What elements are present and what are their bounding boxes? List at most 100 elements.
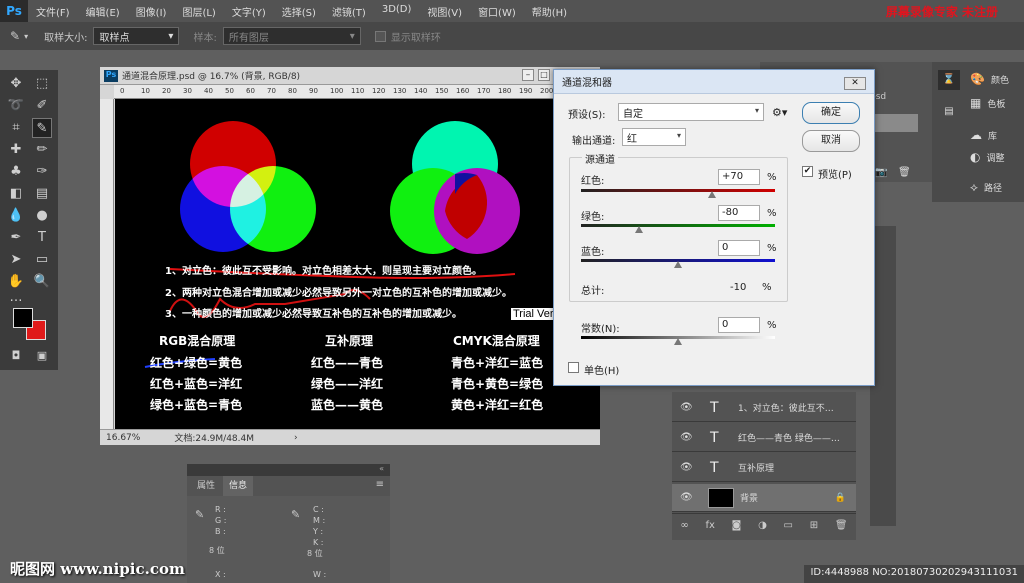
trash-icon[interactable]: 🗑	[898, 167, 911, 178]
layer-row[interactable]: 👁 背景 🔒	[672, 484, 856, 512]
quick-mask-icon[interactable]: ◘	[6, 346, 26, 366]
close-icon[interactable]: ✕	[844, 77, 866, 90]
red-slider-thumb[interactable]	[707, 191, 716, 198]
history-icon[interactable]: ⌛	[938, 70, 960, 90]
layer-row[interactable]: 👁 T 1、对立色：彼此互不…	[672, 394, 856, 422]
menu-item[interactable]: 编辑(E)	[78, 4, 128, 19]
document-canvas[interactable]: 1、对立色：彼此互不受影响。对立色相差太大，则呈现主要对立颜色。 2、两种对立色…	[115, 99, 600, 429]
dock-adjustments[interactable]: ◐ 调整	[970, 150, 1005, 164]
visibility-eye-icon[interactable]: 👁	[680, 432, 696, 443]
red-slider[interactable]	[581, 189, 775, 192]
sample-size-select[interactable]: 取样点 ▾	[93, 27, 180, 45]
menu-item[interactable]: 图像(I)	[128, 4, 175, 19]
mask-icon[interactable]: ◙	[732, 520, 742, 531]
sample-select[interactable]: 所有图层 ▾	[222, 27, 361, 45]
constant-slider-thumb[interactable]	[674, 338, 682, 345]
type-tool-icon[interactable]: T	[32, 228, 52, 248]
eyedropper-icon[interactable]: ✎	[10, 29, 20, 43]
cancel-button[interactable]: 取消	[802, 130, 860, 152]
clone-stamp-icon[interactable]: ♣	[6, 162, 26, 182]
menu-item[interactable]: 帮助(H)	[524, 4, 575, 19]
path-select-icon[interactable]: ➤	[6, 250, 26, 270]
col-cmyk-header: CMYK混合原理	[453, 334, 540, 348]
zoom-tool-icon[interactable]: 🔍	[32, 272, 52, 292]
gear-icon[interactable]: ⚙▾	[772, 106, 787, 119]
chevron-right-icon[interactable]: ›	[294, 433, 298, 443]
marquee-tool-icon[interactable]: ⬚	[32, 74, 52, 94]
new-layer-icon[interactable]: ⊞	[810, 520, 818, 531]
menu-item[interactable]: 文件(F)	[28, 4, 78, 19]
blur-tool-icon[interactable]: 💧	[6, 206, 26, 226]
red-value-input[interactable]: +70	[718, 169, 760, 185]
adjustment-layer-icon[interactable]: ◑	[758, 520, 767, 531]
dock-color[interactable]: 🎨 颜色	[970, 72, 1009, 86]
ok-button[interactable]: 确定	[802, 102, 860, 124]
foreground-color-swatch[interactable]	[13, 308, 33, 328]
maximize-icon[interactable]: □	[538, 69, 550, 81]
dodge-tool-icon[interactable]: ●	[32, 206, 52, 226]
dock-paths[interactable]: ⟡ 路径	[970, 180, 1002, 195]
blue-value-input[interactable]: 0	[718, 240, 760, 256]
brush-tool-icon[interactable]: ✏	[32, 140, 52, 160]
menu-item[interactable]: 图层(L)	[174, 4, 223, 19]
zoom-level[interactable]: 16.67%	[106, 433, 140, 443]
preview-checkbox[interactable]: ✔	[802, 166, 813, 177]
gradient-tool-icon[interactable]: ▤	[32, 184, 52, 204]
constant-value-input[interactable]: 0	[718, 317, 760, 333]
document-tab[interactable]: Ps 通道混合原理.psd @ 16.7% (背景, RGB/8) – □	[100, 67, 600, 85]
layer-highlight	[874, 114, 918, 132]
menu-item[interactable]: 视图(V)	[419, 4, 470, 19]
dialog-title-bar[interactable]: 通道混和器	[554, 70, 874, 94]
layer-row[interactable]: 👁 T 互补原理	[672, 454, 856, 482]
quick-select-icon[interactable]: ✐	[32, 96, 52, 116]
dock-swatches[interactable]: ▦ 色板	[970, 96, 1005, 110]
dock-library[interactable]: ☁ 库	[970, 128, 997, 142]
tab-info[interactable]: 信息	[223, 476, 254, 496]
preset-select[interactable]: 自定 ▾	[618, 103, 764, 121]
panel-menu-icon[interactable]: ≡	[376, 479, 384, 490]
chevron-down-icon[interactable]: ▾	[24, 32, 28, 41]
menu-item[interactable]: 3D(D)	[374, 4, 420, 19]
col-complement-row: 蓝色——黄色	[311, 398, 384, 412]
menu-item[interactable]: 窗口(W)	[470, 4, 524, 19]
output-channel-select[interactable]: 红 ▾	[622, 128, 686, 146]
history-brush-icon[interactable]: ✑	[32, 162, 52, 182]
screen-mode-icon[interactable]: ▣	[32, 346, 52, 366]
visibility-eye-icon[interactable]: 👁	[680, 492, 696, 503]
minimize-icon[interactable]: –	[522, 69, 534, 81]
w-readout: W :	[313, 570, 327, 579]
lasso-tool-icon[interactable]: ➰	[6, 96, 26, 116]
lock-icon: 🔒	[834, 492, 846, 503]
green-value-input[interactable]: -80	[718, 205, 760, 221]
camera-icon[interactable]: 📷	[875, 167, 887, 178]
menu-bar: Ps 文件(F) 编辑(E) 图像(I) 图层(L) 文字(Y) 选择(S) 滤镜(T) 3D…	[0, 0, 1024, 22]
col-rgb-row: 绿色+蓝色=青色	[150, 398, 243, 412]
menu-item[interactable]: 滤镜(T)	[324, 4, 374, 19]
green-slider[interactable]	[581, 224, 775, 227]
collapse-icon[interactable]: «	[187, 464, 390, 476]
shape-tool-icon[interactable]: ▭	[32, 250, 52, 270]
folder-icon[interactable]: ▭	[784, 520, 793, 531]
menu-item[interactable]: 选择(S)	[274, 4, 324, 19]
blue-slider-thumb[interactable]	[674, 261, 682, 268]
pen-tool-icon[interactable]: ✒	[6, 228, 26, 248]
eraser-tool-icon[interactable]: ◧	[6, 184, 26, 204]
visibility-eye-icon[interactable]: 👁	[680, 402, 696, 413]
trash-icon[interactable]: 🗑	[835, 520, 848, 531]
green-slider-thumb[interactable]	[635, 226, 644, 233]
menu-item[interactable]: 文字(Y)	[224, 4, 274, 19]
link-icon[interactable]: ∞	[680, 520, 688, 531]
healing-brush-icon[interactable]: ✚	[6, 140, 26, 160]
tab-properties[interactable]: 属性	[191, 476, 221, 496]
monochrome-checkbox[interactable]	[568, 362, 579, 373]
properties-icon[interactable]: ▤	[938, 102, 960, 122]
crop-tool-icon[interactable]: ⌗	[6, 118, 26, 138]
visibility-eye-icon[interactable]: 👁	[680, 462, 696, 473]
eyedropper-tool-icon[interactable]: ✎	[32, 118, 52, 138]
move-tool-icon[interactable]: ✥	[6, 74, 26, 94]
ruler-tick-label: 200	[540, 87, 554, 95]
layer-row[interactable]: 👁 T 红色——青色 绿色——…	[672, 424, 856, 452]
fx-icon[interactable]: fx	[705, 520, 714, 531]
show-ring-checkbox[interactable]	[374, 30, 386, 42]
more-tools-icon[interactable]: …	[6, 288, 26, 308]
